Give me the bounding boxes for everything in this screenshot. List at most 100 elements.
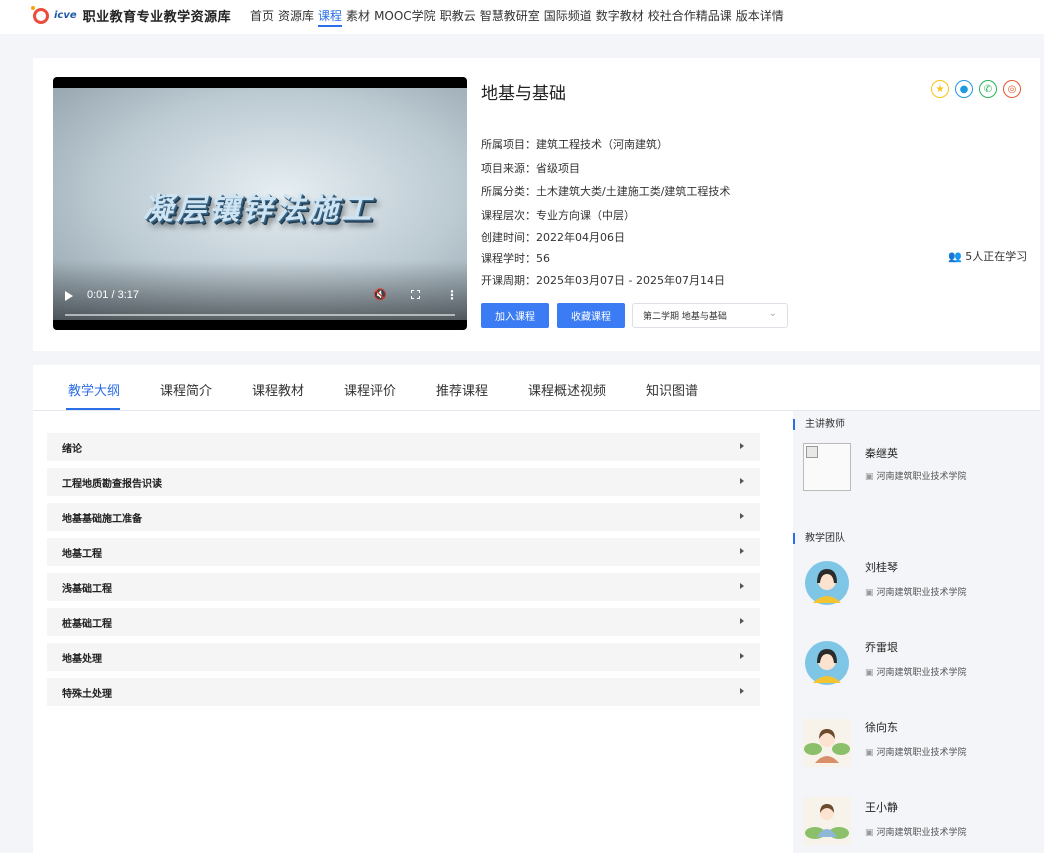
teacher-name[interactable]: 刘桂琴 bbox=[865, 559, 898, 575]
chapter-item[interactable]: 绪论 bbox=[47, 433, 760, 461]
teacher-school-text: 河南建筑职业技术学院 bbox=[876, 588, 967, 598]
chapter-title: 地基处理 bbox=[62, 653, 102, 665]
nav-item-home[interactable]: 首页 bbox=[250, 7, 274, 27]
teacher-avatar[interactable] bbox=[803, 639, 851, 687]
caret-right-icon bbox=[740, 618, 744, 624]
caret-right-icon bbox=[740, 513, 744, 519]
nav-item-courses[interactable]: 课程 bbox=[318, 7, 343, 27]
favorite-course-button[interactable]: 收藏课程 bbox=[557, 303, 625, 328]
tab-overview-video[interactable]: 课程概述视频 bbox=[528, 380, 606, 399]
tab-syllabus[interactable]: 教学大纲 bbox=[68, 380, 120, 399]
qzone-icon[interactable]: ★ bbox=[931, 80, 949, 98]
info-level: 课程层次：专业方向课（中层） bbox=[481, 209, 635, 222]
chapter-title: 桩基础工程 bbox=[62, 618, 112, 630]
chapter-item[interactable]: 工程地质勘查报告识读 bbox=[47, 468, 760, 496]
main-nav: 首页 资源库 课程 素材 MOOC学院 职教云 智慧教研室 国际频道 数字教材 … bbox=[250, 7, 788, 27]
teacher-school: ▣ 河南建筑职业技术学院 bbox=[865, 825, 967, 838]
mute-icon[interactable]: 🔇 bbox=[373, 288, 387, 301]
qq-icon[interactable]: ● bbox=[955, 80, 973, 98]
term-select[interactable]: 第二学期 地基与基础 ⌄ bbox=[632, 303, 788, 328]
nav-item-zhijiaoyun[interactable]: 职教云 bbox=[440, 7, 476, 27]
nav-item-resource-library[interactable]: 资源库 bbox=[278, 7, 314, 27]
fullscreen-icon[interactable] bbox=[411, 290, 420, 299]
more-vertical-icon[interactable]: ⋮ bbox=[446, 288, 458, 302]
info-created: 创建时间：2022年04月06日 bbox=[481, 231, 625, 244]
caret-right-icon bbox=[740, 583, 744, 589]
join-course-button[interactable]: 加入课程 bbox=[481, 303, 549, 328]
lead-teacher-heading: 主讲教师 bbox=[793, 419, 845, 430]
active-tab-indicator bbox=[66, 408, 120, 410]
nav-item-version-details[interactable]: 版本详情 bbox=[736, 7, 784, 27]
chapter-item[interactable]: 地基工程 bbox=[47, 538, 760, 566]
course-tabs: 教学大纲 课程简介 课程教材 课程评价 推荐课程 课程概述视频 知识图谱 bbox=[33, 365, 1040, 411]
tab-intro[interactable]: 课程简介 bbox=[160, 380, 212, 399]
teacher-school-text: 河南建筑职业技术学院 bbox=[876, 668, 967, 678]
chapter-item[interactable]: 特殊土处理 bbox=[47, 678, 760, 706]
chapter-item[interactable]: 浅基础工程 bbox=[47, 573, 760, 601]
school-icon: ▣ bbox=[865, 828, 874, 838]
info-project: 所属项目：建筑工程技术（河南建筑） bbox=[481, 138, 668, 151]
chapter-title: 绪论 bbox=[62, 443, 82, 455]
teacher-sidebar: 主讲教师 秦继英 ▣ 河南建筑职业技术学院 教学团队 刘桂琴 ▣ 河南建筑职业技术学… bbox=[793, 411, 1040, 853]
teacher-name[interactable]: 秦继英 bbox=[865, 445, 898, 461]
site-logo[interactable]: icve 职业教育专业教学资源库 bbox=[31, 5, 232, 25]
chapter-item[interactable]: 地基处理 bbox=[47, 643, 760, 671]
school-icon: ▣ bbox=[865, 588, 874, 598]
chapter-title: 特殊土处理 bbox=[62, 688, 112, 700]
learners-text: 5人正在学习 bbox=[965, 250, 1028, 263]
teacher-school: ▣ 河南建筑职业技术学院 bbox=[865, 469, 967, 482]
caret-right-icon bbox=[740, 443, 744, 449]
info-source: 项目来源：省级项目 bbox=[481, 162, 580, 175]
video-player[interactable]: 凝层镶锌法施工 0:01 / 3:17 🔇 ⋮ bbox=[53, 77, 467, 330]
teacher-avatar[interactable] bbox=[803, 443, 851, 491]
nav-item-smart-teaching[interactable]: 智慧教研室 bbox=[480, 7, 540, 27]
course-card: 凝层镶锌法施工 0:01 / 3:17 🔇 ⋮ 地基与基础 ★ ● ✆ ◎ 所属… bbox=[33, 58, 1040, 351]
learners-count: 👥 5人正在学习 bbox=[948, 248, 1027, 264]
tab-recommended[interactable]: 推荐课程 bbox=[436, 380, 488, 399]
school-icon: ▣ bbox=[865, 472, 874, 482]
course-title: 地基与基础 bbox=[481, 84, 566, 104]
caret-right-icon bbox=[740, 478, 744, 484]
tab-textbook[interactable]: 课程教材 bbox=[252, 380, 304, 399]
chapter-item[interactable]: 桩基础工程 bbox=[47, 608, 760, 636]
teacher-school: ▣ 河南建筑职业技术学院 bbox=[865, 665, 967, 678]
caret-right-icon bbox=[740, 653, 744, 659]
wechat-icon[interactable]: ✆ bbox=[979, 80, 997, 98]
teacher-school: ▣ 河南建筑职业技术学院 bbox=[865, 745, 967, 758]
logo-text: 职业教育专业教学资源库 bbox=[82, 10, 232, 25]
teacher-name[interactable]: 乔雷垠 bbox=[865, 639, 898, 655]
school-icon: ▣ bbox=[865, 748, 874, 758]
video-overlay-title: 凝层镶锌法施工 bbox=[143, 192, 374, 227]
school-icon: ▣ bbox=[865, 668, 874, 678]
nav-item-quality-courses[interactable]: 校社合作精品课 bbox=[648, 7, 732, 27]
info-hours: 课程学时：56 bbox=[481, 252, 550, 265]
nav-item-materials[interactable]: 素材 bbox=[346, 7, 370, 27]
course-content-panel: 教学大纲 课程简介 课程教材 课程评价 推荐课程 课程概述视频 知识图谱 绪论 … bbox=[33, 365, 1040, 853]
info-category: 所属分类：土木建筑大类/土建施工类/建筑工程技术 bbox=[481, 185, 731, 198]
chapter-title: 工程地质勘查报告识读 bbox=[62, 478, 162, 490]
teacher-avatar[interactable] bbox=[803, 719, 851, 767]
teacher-name[interactable]: 王小静 bbox=[865, 799, 898, 815]
teacher-school-text: 河南建筑职业技术学院 bbox=[876, 748, 967, 758]
teacher-avatar[interactable] bbox=[803, 797, 851, 845]
info-period: 开课周期：2025年03月07日 - 2025年07月14日 bbox=[481, 274, 725, 287]
teacher-school: ▣ 河南建筑职业技术学院 bbox=[865, 585, 967, 598]
chapter-item[interactable]: 地基基础施工准备 bbox=[47, 503, 760, 531]
term-select-value: 第二学期 地基与基础 bbox=[643, 312, 727, 322]
play-icon[interactable] bbox=[65, 291, 73, 301]
logo-abbr: icve bbox=[54, 10, 77, 21]
logo-mark-icon bbox=[31, 5, 49, 24]
nav-item-international[interactable]: 国际频道 bbox=[544, 7, 592, 27]
top-navbar: icve 职业教育专业教学资源库 首页 资源库 课程 素材 MOOC学院 职教云… bbox=[0, 0, 1044, 34]
video-progress-bar[interactable] bbox=[65, 314, 455, 316]
tab-knowledge-graph[interactable]: 知识图谱 bbox=[646, 380, 698, 399]
nav-item-mooc[interactable]: MOOC学院 bbox=[374, 7, 436, 27]
teacher-name[interactable]: 徐向东 bbox=[865, 719, 898, 735]
tab-reviews[interactable]: 课程评价 bbox=[344, 380, 396, 399]
weibo-icon[interactable]: ◎ bbox=[1003, 80, 1021, 98]
caret-right-icon bbox=[740, 548, 744, 554]
people-icon: 👥 bbox=[948, 250, 962, 263]
teacher-avatar[interactable] bbox=[803, 559, 851, 607]
nav-item-digital-textbook[interactable]: 数字教材 bbox=[596, 7, 644, 27]
team-heading: 教学团队 bbox=[793, 533, 845, 544]
